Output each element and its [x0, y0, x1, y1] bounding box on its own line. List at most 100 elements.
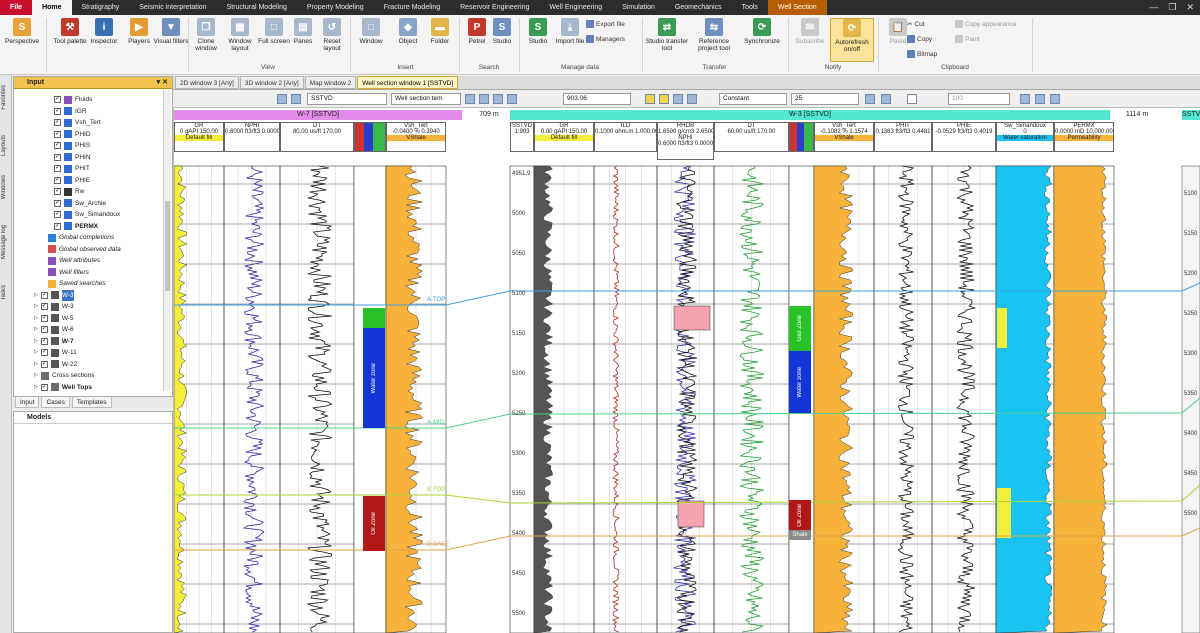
pointer-icon[interactable] — [277, 94, 287, 104]
checkbox[interactable]: ✓ — [54, 153, 61, 161]
tree-item[interactable]: ✓ Sw_Archie — [54, 198, 106, 210]
zoom-out-icon[interactable] — [479, 94, 489, 104]
tree-item[interactable]: Saved searches — [48, 278, 106, 290]
checkbox[interactable]: ✓ — [40, 314, 48, 322]
tree-item[interactable]: ▷ ✓ W-11 — [34, 347, 77, 359]
export-file-button[interactable]: Export file — [586, 20, 625, 28]
expand-icon[interactable]: ▷ — [34, 359, 38, 371]
depth-input[interactable]: 903.06 — [563, 93, 631, 105]
sidebar-tab-tasks[interactable]: Tasks — [1, 285, 11, 300]
tree-item[interactable]: ▷ ✓ W-6 — [34, 324, 74, 336]
panel-icon[interactable] — [1020, 94, 1030, 104]
checkbox[interactable]: ✓ — [54, 107, 61, 115]
tree-item[interactable]: ✓ Fluids — [54, 94, 92, 106]
visual-filters-button[interactable]: ▼ Visual filters — [153, 18, 189, 45]
redo-icon[interactable] — [507, 94, 517, 104]
subscribe-button[interactable]: ✉ Subscribe — [792, 18, 828, 45]
bitmap-button[interactable]: Bitmap — [907, 50, 937, 58]
tab-cases[interactable]: Cases — [41, 397, 70, 408]
checkbox[interactable]: ✓ — [54, 211, 61, 219]
object-button[interactable]: ◆ Object — [390, 18, 426, 45]
flatten-icon[interactable] — [645, 94, 655, 104]
tab-2d-window[interactable]: 2D window 3 [Any] — [175, 76, 239, 89]
undo-icon[interactable] — [493, 94, 503, 104]
tab-well-engineering[interactable]: Well Engineering — [539, 0, 612, 15]
tree-item[interactable]: ▷ ✓ W-3 — [34, 289, 74, 301]
expand-icon[interactable]: ▷ — [34, 347, 38, 359]
tree-item[interactable]: Global completions — [48, 232, 114, 244]
camera-icon[interactable] — [865, 94, 875, 104]
expand-icon[interactable]: ▷ — [34, 336, 38, 348]
sidebar-tab-layouts[interactable]: Layouts — [1, 135, 11, 156]
clone-window-button[interactable]: ❐ Clone window — [188, 18, 224, 52]
checkbox[interactable]: ✓ — [54, 222, 61, 230]
tree-item[interactable]: ✓ IGR — [54, 106, 87, 118]
checkbox[interactable]: ✓ — [40, 383, 48, 391]
checkbox[interactable]: ✓ — [40, 360, 48, 368]
tree-item[interactable]: Global observed data — [48, 244, 121, 256]
tab-property-modeling[interactable]: Property Modeling — [297, 0, 374, 15]
tree-item[interactable]: ✓ PHID — [54, 129, 91, 141]
well-log-plot[interactable] — [174, 108, 1200, 633]
tree-item[interactable]: ✓ PHIN — [54, 152, 91, 164]
autorefresh-button[interactable]: ⟳ Autorefresh on/off — [830, 18, 874, 62]
checkbox[interactable]: ✓ — [54, 142, 61, 150]
magnifier-icon[interactable] — [907, 94, 917, 104]
checkbox[interactable]: ✓ — [54, 165, 61, 173]
domain-select[interactable]: SSTVD — [307, 93, 387, 105]
tops-icon[interactable] — [659, 94, 669, 104]
tree-item[interactable]: ▷ ✓ W-7 — [34, 336, 74, 348]
checkbox[interactable]: ✓ — [40, 349, 48, 357]
tab-file[interactable]: File — [0, 0, 33, 15]
tab-fracture-modeling[interactable]: Fracture Modeling — [374, 0, 450, 15]
sidebar-tab-message-log[interactable]: Message log — [1, 225, 11, 259]
studio-transfer-button[interactable]: ⇄ Studio transfer tool — [645, 18, 689, 52]
screenshot-icon[interactable] — [881, 94, 891, 104]
tab-home[interactable]: Home — [32, 0, 72, 15]
tree-scrollbar[interactable] — [163, 91, 171, 391]
tab-map-window[interactable]: Map window 2 — [304, 76, 357, 89]
close-icon[interactable]: ✕ — [1186, 0, 1194, 15]
ruler-icon[interactable] — [673, 94, 683, 104]
sidebar-tab-windows[interactable]: Windows — [1, 175, 11, 199]
expand-icon[interactable]: ▷ — [34, 382, 38, 394]
tab-seismic-interpretation[interactable]: Seismic interpretation — [129, 0, 216, 15]
players-button[interactable]: ▶ Players — [121, 18, 157, 45]
tree-item[interactable]: ▷ ✓ W-22 — [34, 359, 77, 371]
scale-mode-select[interactable]: Constant — [719, 93, 787, 105]
checkbox[interactable]: ✓ — [54, 119, 61, 127]
checkbox[interactable]: ✓ — [54, 176, 61, 184]
tree-item[interactable]: ▷ ✓ Well Tops — [34, 382, 92, 394]
copy-appearance-button[interactable]: Copy appearance — [955, 20, 1016, 28]
panel-pin-icon[interactable]: ▾ ✕ — [157, 77, 168, 89]
scroll-thumb[interactable] — [165, 201, 170, 291]
window-button[interactable]: □ Window — [353, 18, 389, 45]
scale-input[interactable]: 25 — [791, 93, 859, 105]
expand-icon[interactable]: ▷ — [34, 370, 38, 382]
tab-geomechanics[interactable]: Geomechanics — [665, 0, 732, 15]
tree-item[interactable]: Well attributes — [48, 255, 100, 267]
managers-button[interactable]: Managers — [586, 35, 625, 43]
tree-item[interactable]: Well filters — [48, 267, 89, 279]
studio-search-button[interactable]: S Studio — [484, 18, 520, 45]
inspector-button[interactable]: i Inspector — [86, 18, 122, 45]
studio-button[interactable]: S Studio — [520, 18, 556, 45]
tab-3d-window[interactable]: 3D window 2 [Any] — [239, 76, 304, 89]
tab-well-section[interactable]: Well Section — [767, 0, 827, 15]
select-icon[interactable] — [291, 94, 301, 104]
checkbox[interactable]: ✓ — [40, 291, 48, 299]
expand-icon[interactable]: ▷ — [34, 301, 38, 313]
checkbox[interactable]: ✓ — [40, 337, 48, 345]
tab-structural-modeling[interactable]: Structural Modeling — [217, 0, 297, 15]
export-icon[interactable] — [1050, 94, 1060, 104]
zoom-in-icon[interactable] — [465, 94, 475, 104]
tree-item[interactable]: ✓ PHIE — [54, 175, 90, 187]
tree-item[interactable]: ▷ ✓ W-5 — [34, 313, 74, 325]
tab-templates[interactable]: Templates — [71, 397, 112, 408]
tab-reservoir-engineering[interactable]: Reservoir Engineering — [450, 0, 539, 15]
checkbox[interactable]: ✓ — [40, 326, 48, 334]
checkbox[interactable]: ✓ — [54, 188, 61, 196]
restore-icon[interactable]: ❐ — [1168, 0, 1176, 15]
sidebar-tab-favorites[interactable]: Favorites — [1, 85, 11, 110]
checkbox[interactable]: ✓ — [54, 96, 61, 104]
